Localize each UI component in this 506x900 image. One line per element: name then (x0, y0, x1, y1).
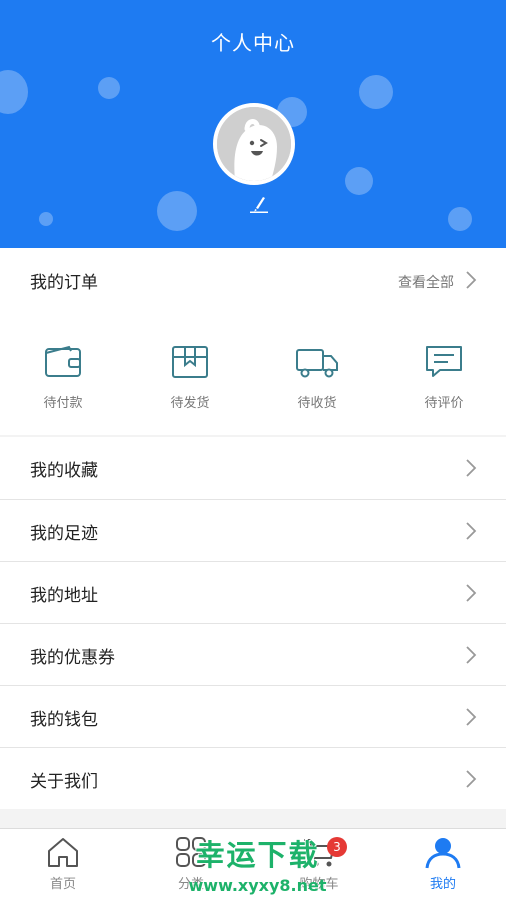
menu-item-label: 我的优惠券 (30, 648, 115, 668)
order-status-label: 待收货 (297, 396, 337, 411)
menu-item-history[interactable]: 我的足迹 (0, 499, 506, 561)
menu-item-address[interactable]: 我的地址 (0, 561, 506, 623)
orders-section: 我的订单 查看全部 待付款 待发货 待收货 待评价 (0, 248, 506, 435)
chevron-right-icon (466, 646, 477, 664)
avatar[interactable] (213, 103, 295, 185)
profile-header: 个人中心 (0, 0, 506, 248)
order-status-label: 待发货 (170, 396, 210, 411)
decor-bubble (157, 191, 197, 231)
orders-title: 我的订单 (30, 273, 98, 293)
menu-item-label: 我的钱包 (30, 710, 98, 730)
decor-bubble (345, 167, 373, 195)
order-status-pending-receipt[interactable]: 待收货 (277, 344, 357, 416)
view-all-orders-link[interactable]: 查看全部 (398, 272, 454, 292)
profile-menu: 我的收藏 我的足迹 我的地址 我的优惠券 我的钱包 关于我们 (0, 437, 506, 809)
decor-bubble (98, 77, 120, 99)
pencil-icon[interactable] (248, 193, 270, 213)
package-icon (172, 346, 208, 378)
chevron-right-icon (466, 584, 477, 602)
chevron-right-icon (466, 522, 477, 540)
menu-item-label: 我的足迹 (30, 524, 98, 544)
avatar-mascot-icon (217, 107, 291, 181)
tab-category[interactable]: 分类 (146, 835, 236, 897)
chevron-right-icon (466, 770, 477, 788)
wallet-icon (45, 345, 81, 377)
menu-item-wallet[interactable]: 我的钱包 (0, 685, 506, 747)
order-status-pending-shipment[interactable]: 待发货 (150, 344, 230, 416)
home-icon (48, 838, 78, 867)
menu-item-label: 关于我们 (30, 772, 98, 792)
decor-bubble (359, 75, 393, 109)
decor-bubble (0, 70, 28, 114)
tab-profile[interactable]: 我的 (398, 835, 488, 897)
chevron-right-icon (466, 459, 477, 477)
menu-item-favorites[interactable]: 我的收藏 (0, 437, 506, 499)
order-status-label: 待付款 (43, 396, 83, 411)
cart-count-badge: 3 (327, 837, 347, 857)
tab-label: 我的 (429, 877, 456, 892)
page-title: 个人中心 (211, 31, 295, 55)
decor-bubble (448, 207, 472, 231)
tab-label: 分类 (177, 877, 204, 892)
grid-icon (176, 837, 206, 867)
review-icon (426, 346, 462, 377)
chevron-right-icon (466, 708, 477, 726)
order-status-pending-review[interactable]: 待评价 (404, 344, 484, 416)
tab-label: 首页 (49, 877, 76, 892)
menu-item-about[interactable]: 关于我们 (0, 747, 506, 809)
user-icon (425, 838, 461, 869)
order-status-pending-payment[interactable]: 待付款 (23, 344, 103, 416)
bottom-tab-bar: 首页 分类 3 购物车 我的 (0, 828, 506, 900)
menu-item-coupons[interactable]: 我的优惠券 (0, 623, 506, 685)
tab-label: 购物车 (299, 877, 339, 892)
chevron-right-icon[interactable] (464, 271, 478, 289)
truck-icon (296, 349, 338, 378)
tab-cart[interactable]: 3 购物车 (274, 835, 364, 897)
tab-home[interactable]: 首页 (18, 835, 108, 897)
order-status-label: 待评价 (424, 396, 464, 411)
menu-item-label: 我的地址 (30, 586, 98, 606)
decor-bubble (39, 212, 53, 226)
menu-item-label: 我的收藏 (30, 461, 98, 481)
